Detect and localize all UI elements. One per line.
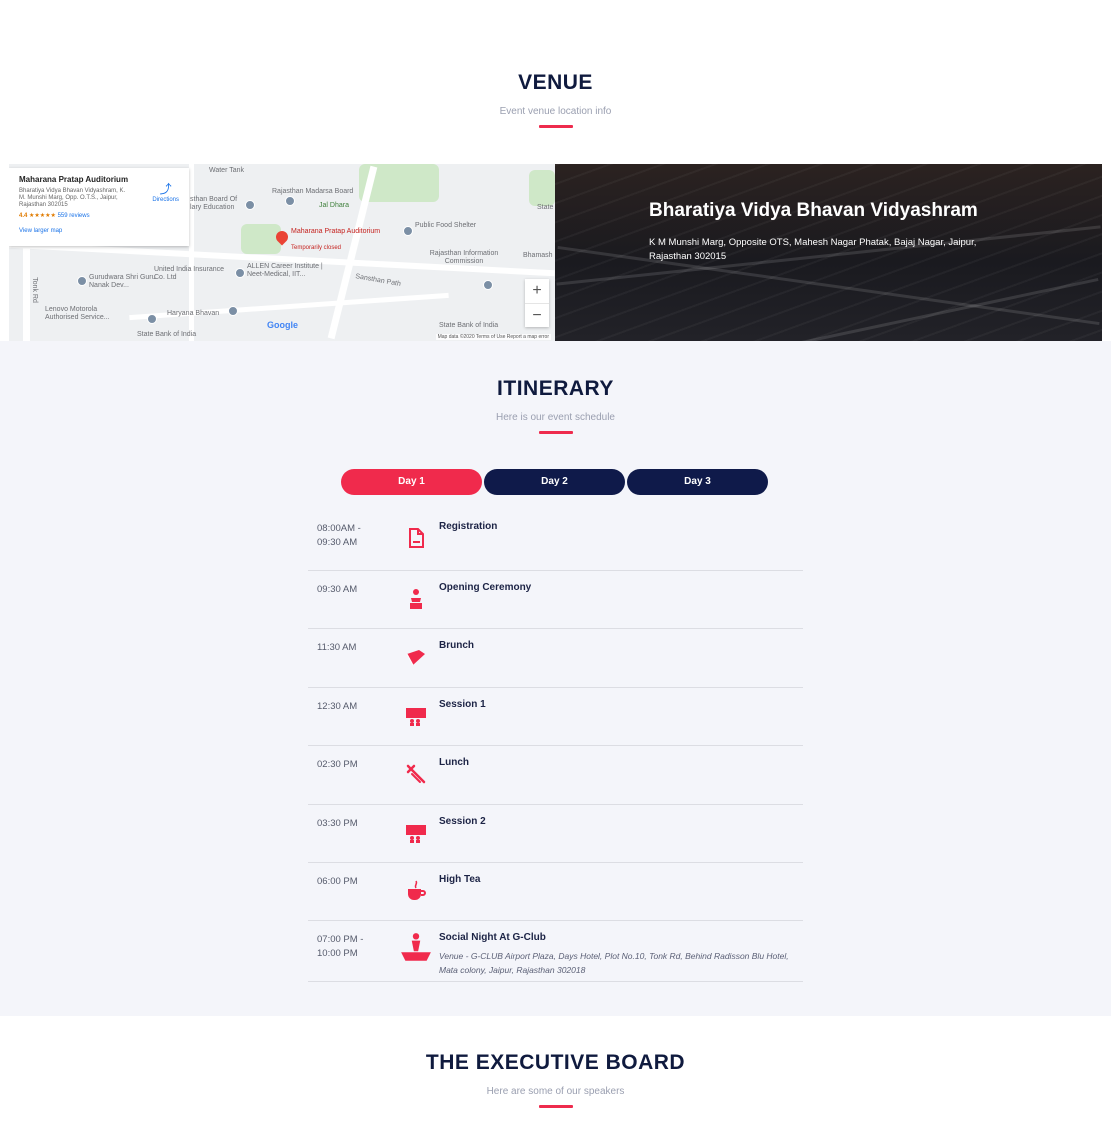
party-boat-icon	[401, 933, 431, 961]
poi-icon[interactable]	[483, 280, 493, 290]
map-place-card: Maharana Pratap Auditorium Bharatiya Vid…	[9, 168, 189, 246]
presentation-icon	[406, 708, 426, 726]
schedule-description: Venue - G-CLUB Airport Plaza, Days Hotel…	[439, 951, 789, 975]
poi-icon[interactable]	[285, 196, 295, 206]
day-tabs: Day 1 Day 2 Day 3	[341, 469, 768, 495]
board-section-header: THE EXECUTIVE BOARD Here are some of our…	[0, 1051, 1111, 1108]
schedule-title: Lunch	[439, 757, 469, 768]
directions-button[interactable]: ⤴ Directions	[152, 180, 179, 203]
schedule-title: Opening Ceremony	[439, 582, 532, 593]
schedule-time: 09:30 AM	[317, 584, 358, 595]
title-underline	[538, 431, 573, 434]
venue-section-header: VENUE Event venue location info	[0, 71, 1111, 128]
schedule-item: 08:00AM - 09:30 AM Registration	[308, 510, 803, 571]
venue-title: VENUE	[518, 71, 593, 94]
venue-name: Bharatiya Vidya Bhavan Vidyashram	[649, 200, 978, 221]
document-icon	[409, 528, 424, 548]
schedule-title: Social Night At G-Club	[439, 932, 546, 943]
tab-day-3[interactable]: Day 3	[627, 469, 768, 495]
schedule-title: High Tea	[439, 874, 481, 885]
map-footer[interactable]: Map data ©2020 Terms of Use Report a map…	[435, 334, 551, 340]
schedule-list: 08:00AM - 09:30 AM Registration 09:30 AM…	[308, 510, 803, 982]
cutlery-icon	[406, 764, 426, 784]
tab-day-1[interactable]: Day 1	[341, 469, 482, 495]
poi-icon[interactable]	[228, 306, 238, 316]
schedule-title: Session 2	[439, 816, 486, 827]
place-address: Bharatiya Vidya Bhavan Vidyashram, K. M.…	[19, 188, 126, 208]
venue-subtitle: Event venue location info	[499, 106, 612, 117]
schedule-time: 03:30 PM	[317, 818, 358, 829]
map-zoom-control: + −	[525, 279, 549, 327]
board-subtitle: Here are some of our speakers	[486, 1086, 625, 1097]
presentation-icon	[406, 825, 426, 843]
itinerary-title: ITINERARY	[497, 377, 614, 400]
tab-day-2[interactable]: Day 2	[484, 469, 625, 495]
directions-icon: ⤴	[159, 182, 172, 196]
place-rating: 4.4 ★★★★★ 559 reviews	[19, 213, 90, 219]
poi-icon[interactable]	[235, 268, 245, 278]
venue-info-panel: Bharatiya Vidya Bhavan Vidyashram K M Mu…	[555, 164, 1102, 341]
speaker-podium-icon	[410, 589, 422, 609]
poi-icon[interactable]	[403, 226, 413, 236]
schedule-title: Brunch	[439, 640, 474, 651]
venue-address: K M Munshi Marg, Opposite OTS, Mahesh Na…	[649, 237, 977, 262]
schedule-time: 12:30 AM	[317, 701, 358, 712]
google-logo: Google	[267, 320, 298, 330]
title-underline	[538, 125, 573, 128]
poi-icon[interactable]	[147, 314, 157, 324]
schedule-time: 06:00 PM	[317, 876, 358, 887]
schedule-item: 09:30 AM Opening Ceremony	[308, 571, 803, 629]
schedule-title: Registration	[439, 521, 498, 532]
zoom-out-button[interactable]: −	[525, 303, 549, 328]
itinerary-subtitle: Here is our event schedule	[496, 412, 615, 423]
poi-icon[interactable]	[77, 276, 87, 286]
schedule-time: 08:00AM - 09:30 AM	[317, 523, 361, 548]
schedule-item: 06:00 PM High Tea	[308, 863, 803, 921]
title-underline	[538, 1105, 573, 1108]
teacup-icon	[408, 880, 426, 900]
itinerary-section-header: ITINERARY Here is our event schedule	[0, 377, 1111, 434]
poi-icon[interactable]	[245, 200, 255, 210]
zoom-in-button[interactable]: +	[525, 279, 549, 303]
schedule-time: 02:30 PM	[317, 759, 358, 770]
schedule-item: 07:00 PM - 10:00 PM Social Night At G-Cl…	[308, 921, 803, 982]
bread-icon	[406, 650, 425, 666]
schedule-item: 12:30 AM Session 1	[308, 688, 803, 746]
schedule-item: 03:30 PM Session 2	[308, 805, 803, 863]
schedule-time: 11:30 AM	[317, 642, 357, 653]
embedded-map[interactable]: Water Tank Rajasthan Madarsa Board Jal D…	[9, 164, 555, 341]
board-title: THE EXECUTIVE BOARD	[425, 1051, 686, 1074]
reviews-link[interactable]: 559 reviews	[58, 213, 90, 219]
schedule-title: Session 1	[439, 699, 486, 710]
view-larger-map-link[interactable]: View larger map	[19, 228, 179, 234]
schedule-item: 02:30 PM Lunch	[308, 746, 803, 805]
schedule-item: 11:30 AM Brunch	[308, 629, 803, 688]
schedule-time: 07:00 PM - 10:00 PM	[317, 934, 364, 959]
